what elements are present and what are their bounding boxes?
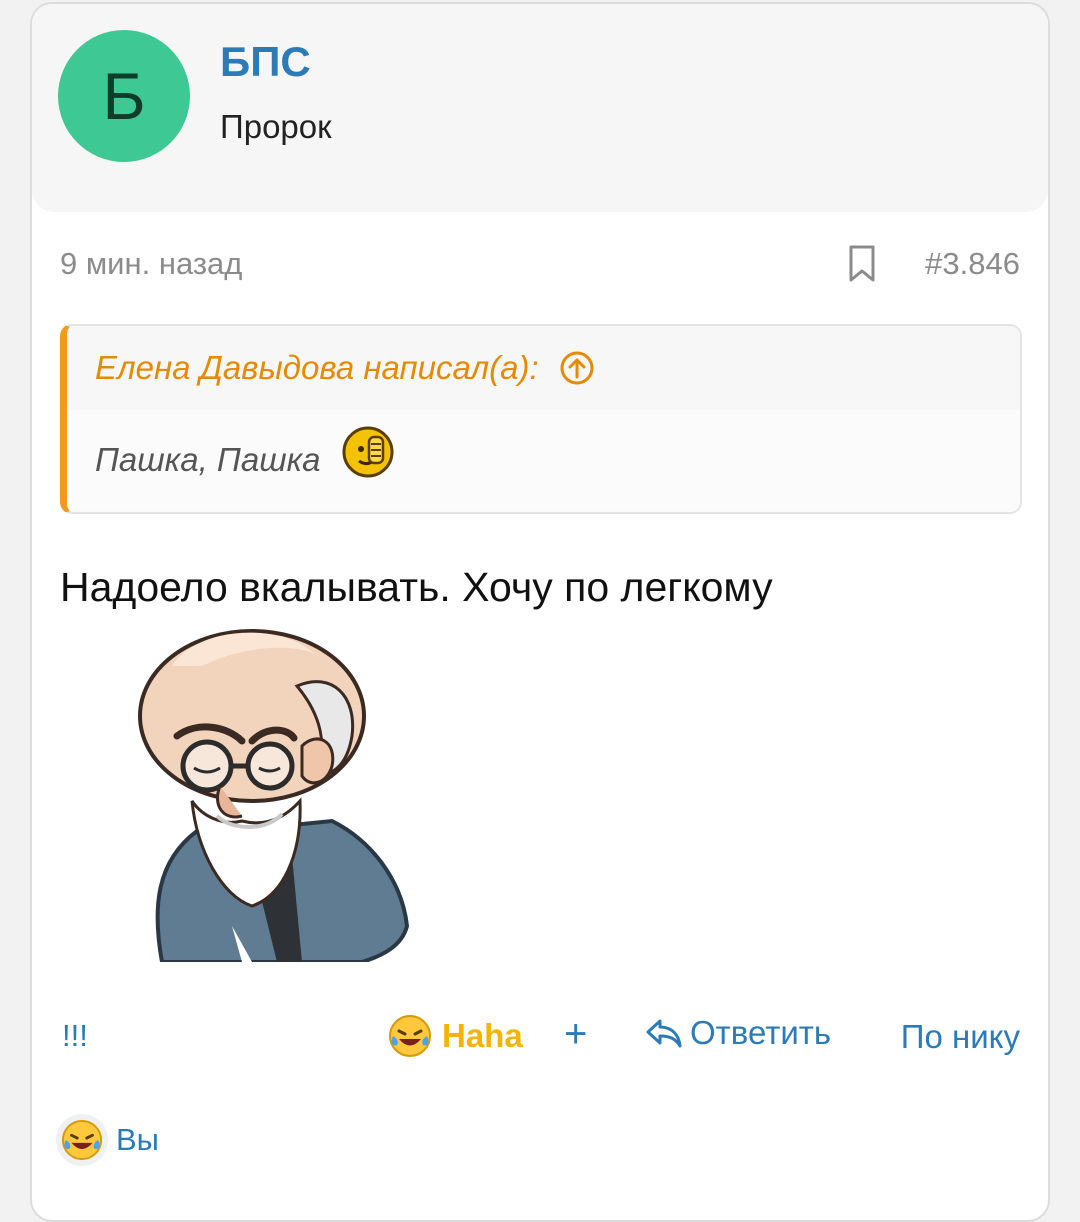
post-time[interactable]: 9 мин. назад xyxy=(60,246,242,282)
thumbs-up-smiley-icon xyxy=(342,426,394,478)
by-nick-button[interactable]: По нику xyxy=(901,1018,1020,1056)
reaction-button[interactable]: Haha xyxy=(388,1014,523,1058)
user-title: Пророк xyxy=(220,108,332,145)
sticker-image xyxy=(138,629,410,962)
quote-author: Елена Давыдова написал(а): xyxy=(95,349,539,386)
quote-header[interactable]: Елена Давыдова написал(а): xyxy=(67,326,1020,410)
post-header: Б БПС Пророк xyxy=(32,4,1048,212)
reactions-summary[interactable]: Вы xyxy=(56,1114,159,1166)
arrow-up-circle-icon[interactable] xyxy=(559,350,595,386)
reply-label: Ответить xyxy=(690,1014,832,1051)
add-reaction-button[interactable]: + xyxy=(564,1012,587,1057)
reaction-chip xyxy=(56,1114,108,1166)
bookmark-icon[interactable] xyxy=(847,244,877,284)
reply-icon xyxy=(646,1019,682,1048)
post-card: Б БПС Пророк 9 мин. назад #3.846 Елена Д… xyxy=(30,2,1050,1222)
avatar[interactable]: Б xyxy=(58,30,190,162)
avatar-letter: Б xyxy=(102,59,146,133)
reacted-users: Вы xyxy=(116,1122,159,1157)
laughing-tears-emoji-icon xyxy=(61,1119,103,1161)
laughing-tears-emoji-icon xyxy=(389,1015,431,1057)
quote-body: Пашка, Пашка xyxy=(67,410,1020,510)
quote-block: Елена Давыдова написал(а): Пашка, Пашка xyxy=(60,324,1022,514)
message-text: Надоело вкалывать. Хочу по легкому xyxy=(60,564,773,610)
reaction-label: Haha xyxy=(442,1017,523,1054)
quote-text: Пашка, Пашка xyxy=(95,441,321,478)
reply-button[interactable]: Ответить xyxy=(644,1014,831,1052)
username[interactable]: БПС xyxy=(220,38,311,86)
exclaim-link[interactable]: !!! xyxy=(62,1018,88,1054)
post-number[interactable]: #3.846 xyxy=(925,246,1020,282)
